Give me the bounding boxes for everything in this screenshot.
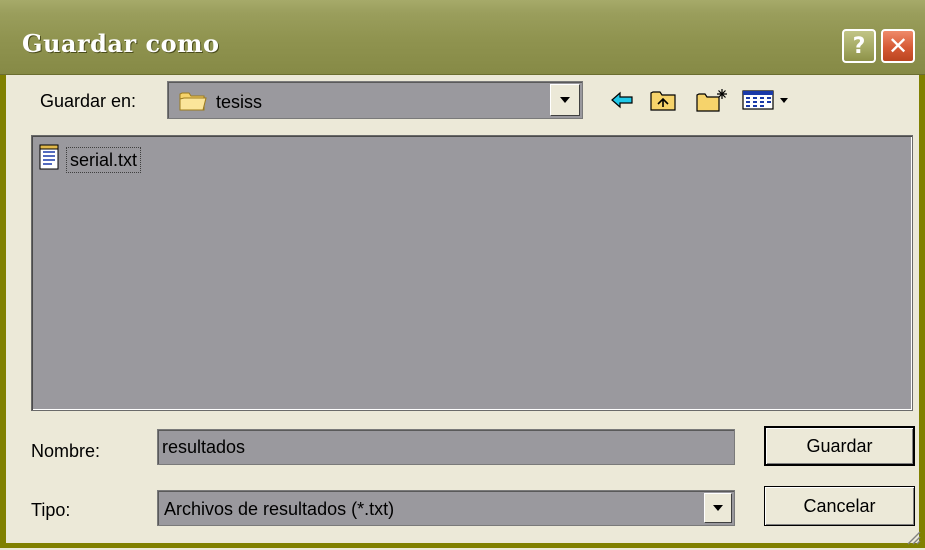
- file-type-value: Archivos de resultados (*.txt): [164, 499, 395, 519]
- up-folder-icon[interactable]: [648, 86, 678, 114]
- save-in-dropdown[interactable]: tesiss: [167, 81, 583, 119]
- chevron-down-icon: [713, 505, 723, 511]
- file-type-dropdown-button[interactable]: [704, 493, 732, 523]
- type-label: Tipo:: [31, 499, 70, 521]
- back-arrow-icon[interactable]: [609, 86, 635, 114]
- cancel-button[interactable]: Cancelar: [764, 486, 915, 526]
- name-label-text: Nombre:: [31, 441, 101, 461]
- dialog-title: Guardar como: [22, 29, 220, 58]
- type-label-text: Tipo:: [31, 500, 71, 520]
- help-icon: ?: [852, 33, 866, 59]
- chevron-down-icon: [560, 97, 570, 103]
- view-menu-icon[interactable]: [742, 86, 790, 114]
- name-label: Nombre:: [31, 440, 100, 462]
- help-button[interactable]: ?: [842, 29, 876, 63]
- close-icon: ✕: [887, 32, 909, 60]
- close-button[interactable]: ✕: [881, 29, 915, 63]
- text-file-icon: [38, 144, 60, 175]
- folder-icon: [179, 90, 207, 117]
- save-in-label-text: Guardar en:: [40, 91, 137, 111]
- file-name: serial.txt: [66, 146, 142, 173]
- save-in-dropdown-button[interactable]: [550, 84, 580, 116]
- list-item[interactable]: serial.txt: [38, 144, 142, 175]
- new-folder-icon[interactable]: [695, 86, 729, 114]
- save-button[interactable]: Guardar: [764, 426, 915, 466]
- file-name-input[interactable]: [157, 429, 735, 465]
- save-in-label: Guardar en:: [40, 90, 136, 112]
- resize-grip-icon[interactable]: [905, 529, 921, 545]
- file-type-dropdown[interactable]: Archivos de resultados (*.txt): [157, 490, 735, 526]
- save-in-value: tesiss: [216, 92, 263, 112]
- file-list[interactable]: serial.txt: [31, 135, 913, 411]
- title-bar[interactable]: Guardar como ? ✕: [0, 0, 925, 75]
